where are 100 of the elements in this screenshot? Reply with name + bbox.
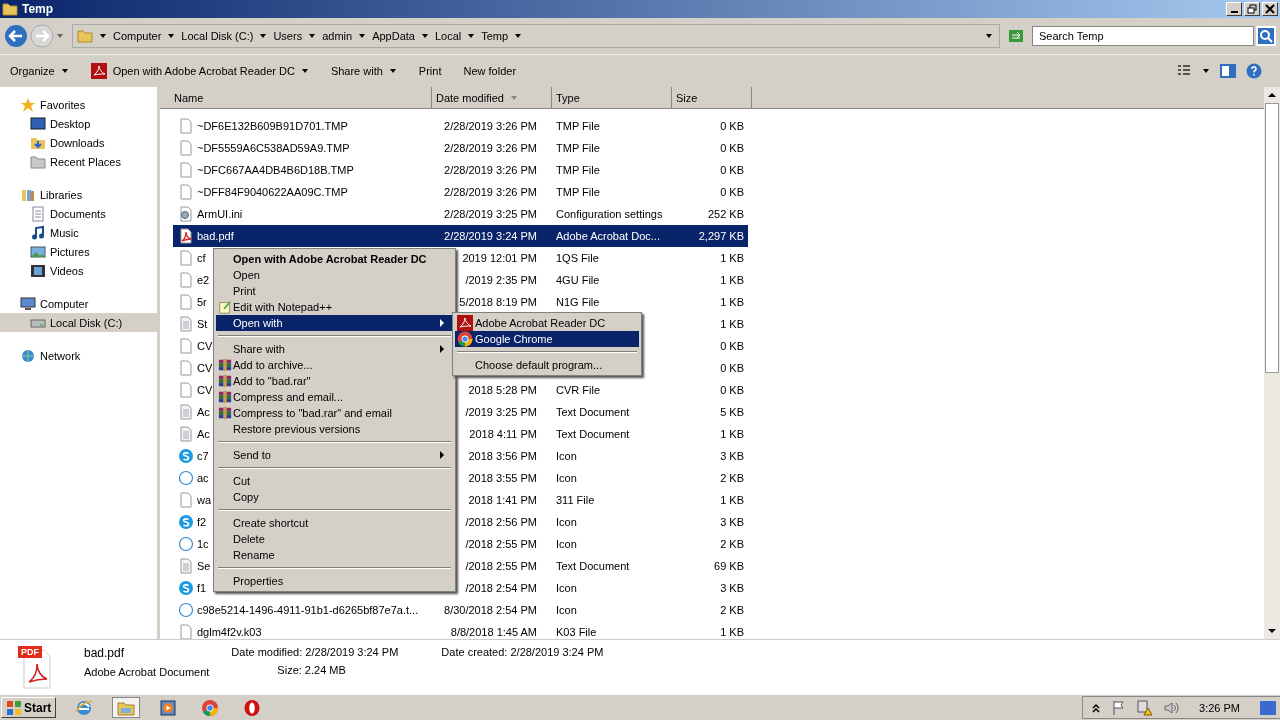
address-field[interactable]: Computer Local Disk (C:) Users admin AppData Local Temp <box>72 24 1000 48</box>
menu-item[interactable]: Compress and email... <box>216 389 453 405</box>
sidebar-item[interactable]: Local Disk (C:) <box>0 313 157 332</box>
selected-row[interactable]: bad.pdf 2/28/2019 3:24 PM Adobe Acrobat Doc... 2,297 KB <box>173 225 748 247</box>
caret-icon[interactable] <box>259 32 268 40</box>
caret-icon[interactable] <box>358 32 367 40</box>
menu-item[interactable]: Restore previous versions <box>216 421 453 437</box>
clock[interactable]: 3:26 PM <box>1189 701 1250 714</box>
menu-item[interactable]: Compress to "bad.rar" and email <box>216 405 453 421</box>
breadcrumb-item[interactable]: AppData <box>372 30 415 42</box>
network-warning-icon[interactable] <box>1137 699 1154 716</box>
breadcrumb-item[interactable]: Temp <box>481 30 509 42</box>
preview-pane-icon[interactable] <box>1220 63 1236 79</box>
toolbar-button[interactable]: Share with <box>324 62 403 80</box>
sidebar-item[interactable]: Desktop <box>0 114 157 133</box>
menu-item[interactable]: Copy <box>216 489 453 505</box>
show-hidden-icons-icon[interactable] <box>1091 701 1102 714</box>
archive-icon <box>217 406 232 420</box>
menu-item[interactable]: Create shortcut <box>216 515 453 531</box>
file-name: ac <box>197 472 209 484</box>
caret-icon[interactable] <box>99 32 107 40</box>
desktop-icon <box>30 115 46 132</box>
back-button[interactable] <box>4 24 28 48</box>
date-cell: 2018 3:55 PM <box>468 472 537 484</box>
restore-button[interactable] <box>1244 2 1260 16</box>
taskbar-app[interactable] <box>112 697 141 718</box>
caret-icon[interactable] <box>1202 67 1210 75</box>
breadcrumb-item[interactable]: Local <box>434 30 462 42</box>
sidebar-item[interactable]: Recent Places <box>0 152 157 171</box>
file-icon <box>178 162 194 178</box>
menu-item[interactable]: Rename <box>216 547 453 563</box>
folder-icon <box>77 28 93 44</box>
search-field[interactable]: Search Temp <box>1032 26 1254 46</box>
toolbar-button[interactable]: New folder <box>457 62 523 80</box>
breadcrumb-item[interactable]: admin <box>322 30 353 42</box>
sidebar-item[interactable]: Pictures <box>0 242 157 261</box>
date-cell: 2/28/2019 3:26 PM <box>444 120 537 132</box>
menu-item[interactable]: Share with <box>216 341 453 357</box>
menu-item[interactable]: Open with Adobe Acrobat Reader DC <box>216 251 453 267</box>
minimize-button[interactable] <box>1226 2 1242 16</box>
start-button[interactable]: Start <box>1 697 57 718</box>
caret-icon[interactable] <box>467 32 476 40</box>
breadcrumb-item[interactable]: Local Disk (C:) <box>181 30 254 42</box>
size-cell: 1 KB <box>720 274 744 286</box>
open-with-button[interactable]: Open with Adobe Acrobat Reader DC <box>84 60 315 82</box>
caret-icon[interactable] <box>985 32 993 40</box>
caret-icon[interactable] <box>167 32 176 40</box>
sidebar-group[interactable]: Libraries <box>0 185 157 204</box>
sidebar-group[interactable]: Network <box>0 346 157 365</box>
menu-item[interactable]: Send to <box>216 447 453 463</box>
menu-item[interactable]: Print <box>216 283 453 299</box>
caret-icon[interactable] <box>420 32 429 40</box>
file-name: bad.pdf <box>197 230 234 242</box>
menu-item[interactable]: Properties <box>216 573 453 589</box>
sidebar-group[interactable]: Favorites <box>0 95 157 114</box>
sidebar-item[interactable]: Music <box>0 223 157 242</box>
menu-item[interactable]: Add to archive... <box>216 357 453 373</box>
type-cell: Icon <box>556 604 577 616</box>
caret-icon[interactable] <box>514 32 523 40</box>
sidebar-item[interactable]: Documents <box>0 204 157 223</box>
file-name: f2 <box>197 516 207 528</box>
menu-item[interactable]: Google Chrome <box>455 331 639 347</box>
column-header[interactable]: Type <box>552 87 672 109</box>
toolbar-button[interactable]: Organize <box>4 62 75 80</box>
scrollbar[interactable] <box>1264 87 1280 639</box>
type-cell: Icon <box>556 538 577 550</box>
type-cell: Adobe Acrobat Doc... <box>556 230 660 242</box>
help-icon[interactable] <box>1246 63 1262 79</box>
menu-item[interactable]: Choose default program... <box>455 357 639 373</box>
menu-item[interactable]: Adobe Acrobat Reader DC <box>455 315 639 331</box>
menu-item[interactable]: Open <box>216 267 453 283</box>
date-cell: 2/28/2019 3:26 PM <box>444 186 537 198</box>
menu-item[interactable]: Edit with Notepad++ <box>216 299 453 315</box>
file-icon <box>178 404 194 420</box>
globe-icon <box>20 347 36 364</box>
file-type-badge: PDF <box>18 646 42 658</box>
menu-item[interactable]: Cut <box>216 473 453 489</box>
breadcrumb-item[interactable]: Users <box>273 30 303 42</box>
sidebar-item[interactable]: Videos <box>0 261 157 280</box>
type-cell: TMP File <box>556 142 600 154</box>
search-icon <box>1258 28 1274 44</box>
file-icon <box>178 316 194 332</box>
toolbar-button[interactable]: Print <box>412 62 448 80</box>
column-header[interactable]: Size <box>672 87 752 109</box>
type-cell: Icon <box>556 472 577 484</box>
volume-icon[interactable] <box>1163 699 1180 716</box>
column-header[interactable]: Name <box>160 87 432 109</box>
column-header[interactable]: Date modified <box>432 87 552 109</box>
caret-icon[interactable] <box>308 32 317 40</box>
menu-item[interactable]: Delete <box>216 531 453 547</box>
menu-item[interactable]: Open with <box>216 315 453 331</box>
show-desktop-button[interactable] <box>1260 700 1276 715</box>
close-button[interactable] <box>1262 2 1278 16</box>
sidebar-group[interactable]: Computer <box>0 294 157 313</box>
sidebar-item[interactable]: Downloads <box>0 133 157 152</box>
search-button[interactable] <box>1256 26 1276 46</box>
breadcrumb-item[interactable]: Computer <box>113 30 162 42</box>
file-name: ~DF5559A6C538AD59A9.TMP <box>197 142 350 154</box>
menu-item[interactable]: Add to "bad.rar" <box>216 373 453 389</box>
type-cell: Icon <box>556 582 577 594</box>
